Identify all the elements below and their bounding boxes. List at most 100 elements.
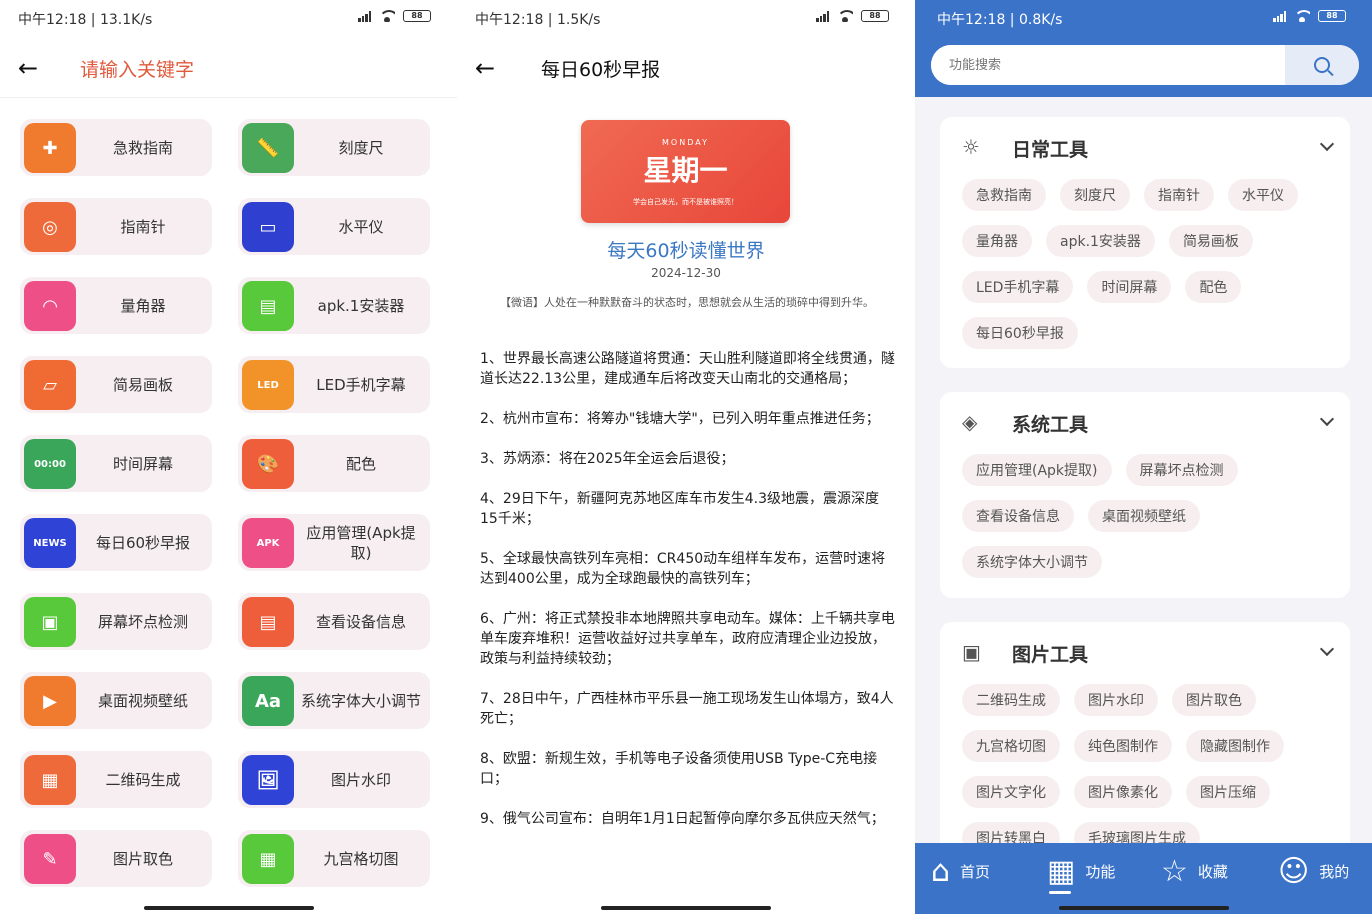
chevron-down-icon[interactable] [1319, 136, 1335, 152]
tool-chip[interactable]: 纯色图制作 [1074, 730, 1172, 762]
tool-card[interactable]: ✚ 急救指南 [20, 119, 212, 176]
wifi-icon [379, 10, 395, 22]
news-header: ← 每日60秒早报 [457, 36, 915, 98]
section-header[interactable]: ◈ 系统工具 [962, 408, 1335, 438]
font-size-icon: Aa [242, 676, 294, 726]
back-arrow-icon[interactable]: ← [18, 54, 38, 82]
tool-label: 急救指南 [112, 138, 173, 157]
tool-card[interactable]: ▦ 九宫格切图 [238, 830, 430, 887]
tool-chip[interactable]: 指南针 [1144, 179, 1214, 211]
status-bar: 中午12:18 | 13.1K/s 88 [0, 0, 457, 36]
tool-chip[interactable]: 配色 [1185, 271, 1242, 303]
tool-chip[interactable]: 急救指南 [962, 179, 1046, 211]
tool-chip[interactable]: 水平仪 [1228, 179, 1298, 211]
tool-card[interactable]: ▦ 二维码生成 [20, 751, 212, 808]
tool-chip[interactable]: 每日60秒早报 [962, 317, 1078, 349]
nav-star[interactable]: ☆ 收藏 [1161, 851, 1228, 891]
nav-label: 收藏 [1197, 862, 1228, 881]
tool-chip[interactable]: 桌面视频壁纸 [1088, 500, 1200, 532]
nav-label: 功能 [1085, 862, 1116, 881]
tool-card[interactable]: APK 应用管理(Apk提取) [238, 514, 430, 571]
tool-chip[interactable]: 屏幕坏点检测 [1125, 454, 1238, 486]
tool-chip[interactable]: LED手机字幕 [962, 271, 1074, 303]
tool-card[interactable]: LED LED手机字幕 [238, 356, 430, 413]
keyword-search-input[interactable]: 请输入关键字 [80, 55, 194, 82]
tool-card[interactable]: ▤ 查看设备信息 [238, 593, 430, 650]
tool-chip[interactable]: apk.1安装器 [1046, 225, 1155, 257]
screen-check-icon: ▣ [24, 597, 76, 647]
search-header: ← 请输入关键字 [0, 36, 457, 98]
tool-card[interactable]: ◠ 量角器 [20, 277, 212, 334]
news-item: 3、苏炳添：将在2025年全运会后退役； [480, 451, 735, 467]
tool-chip[interactable]: 隐藏图制作 [1186, 730, 1284, 762]
tool-card[interactable]: ◎ 指南针 [20, 198, 212, 255]
tool-label: 每日60秒早报 [95, 533, 191, 552]
signal-icon [816, 10, 829, 22]
tool-card[interactable]: ▤ apk.1安装器 [238, 277, 430, 334]
tool-card[interactable]: ✎ 图片取色 [20, 830, 212, 887]
search-button[interactable] [1285, 45, 1359, 85]
tool-chip[interactable]: 图片压缩 [1186, 776, 1270, 808]
section-header[interactable]: ▣ 图片工具 [962, 638, 1335, 668]
tool-chip[interactable]: 图片水印 [1074, 684, 1158, 716]
tool-card[interactable]: 00:00 时间屏幕 [20, 435, 212, 492]
status-time: 中午12:18 | 0.8K/s [937, 12, 1063, 28]
wifi-icon [837, 10, 853, 22]
tool-card[interactable]: 🖼 图片水印 [238, 751, 430, 808]
tool-chip[interactable]: 刻度尺 [1060, 179, 1130, 211]
nav-profile[interactable]: ☺ 我的 [1278, 851, 1349, 891]
section-title: 日常工具 [1012, 139, 1089, 161]
nav-label: 我的 [1319, 862, 1350, 881]
nav-home[interactable]: ⌂ 首页 [931, 851, 990, 891]
tool-card[interactable]: 🎨 配色 [238, 435, 430, 492]
tool-card[interactable]: ▣ 屏幕坏点检测 [20, 593, 212, 650]
nav-apps[interactable]: ▦ 功能 [1047, 851, 1115, 891]
tool-chip[interactable]: 时间屏幕 [1087, 271, 1172, 303]
news-item: 9、俄气公司宣布：自明年1月1日起暂停向摩尔多瓦供应天然气； [480, 811, 885, 827]
shield-icon: ◈ [962, 410, 978, 434]
tool-chip[interactable]: 图片取色 [1172, 684, 1256, 716]
status-time: 中午12:18 | 1.5K/s [475, 12, 601, 28]
grid-cut-icon: ▦ [242, 834, 294, 884]
tool-chip[interactable]: 系统字体大小调节 [962, 546, 1102, 578]
news-icon: NEWS [24, 518, 76, 568]
profile-icon: ☺ [1278, 853, 1310, 889]
tool-chip[interactable]: 九宫格切图 [962, 730, 1060, 762]
tool-card[interactable]: ▶ 桌面视频壁纸 [20, 672, 212, 729]
chevron-down-icon[interactable] [1319, 411, 1335, 427]
tool-chip[interactable]: 应用管理(Apk提取) [962, 454, 1112, 486]
tool-card[interactable]: Aa 系统字体大小调节 [238, 672, 430, 729]
wifi-icon [1294, 10, 1310, 22]
tool-label: 配色 [345, 454, 376, 473]
function-search-input[interactable] [931, 45, 1301, 85]
news-item: 5、全球最快高铁列车亮相：CR450动车组样车发布，运营时速将达到400公里，成… [480, 551, 886, 587]
tool-card[interactable]: 📏 刻度尺 [238, 119, 430, 176]
sun-icon: ☼ [962, 135, 980, 159]
tool-label: 刻度尺 [338, 138, 384, 157]
back-arrow-icon[interactable]: ← [475, 54, 495, 82]
tool-label: 图片取色 [112, 849, 173, 868]
tool-chip[interactable]: 图片文字化 [962, 776, 1060, 808]
chevron-down-icon[interactable] [1319, 641, 1335, 657]
section-header[interactable]: ☼ 日常工具 [962, 133, 1335, 163]
tool-chip[interactable]: 二维码生成 [962, 684, 1060, 716]
news-item: 4、29日下午，新疆阿克苏地区库车市发生4.3级地震，震源深度15千米； [480, 491, 879, 527]
news-item: 1、世界最长高速公路隧道将贯通：天山胜利隧道即将全线贯通，隧道长达22.13公里… [480, 351, 895, 387]
tool-chip[interactable]: 量角器 [962, 225, 1032, 257]
search-screen: 中午12:18 | 13.1K/s 88 ← 请输入关键字 ✚ 急救指南 📏 刻度尺 ◎… [0, 0, 457, 914]
day-banner: MONDAY 星期一 学会自己发光，而不是被谁照亮！ [581, 120, 790, 223]
tool-chip[interactable]: 查看设备信息 [962, 500, 1074, 532]
news-quote: 【微语】人处在一种默默奋斗的状态时，思想就会从生活的琐碎中得到升华。 [500, 296, 874, 309]
functions-screen: 中午12:18 | 0.8K/s 88 ☼ 日常工具急救指南刻度尺指南针水平仪量角… [915, 0, 1372, 914]
ruler-icon: 📏 [242, 123, 294, 173]
apk-manager-icon: APK [242, 518, 294, 568]
banner-day-en: MONDAY [662, 138, 709, 147]
tool-card[interactable]: ▱ 简易画板 [20, 356, 212, 413]
tool-label: 指南针 [120, 217, 166, 236]
news-item: 6、广州：将正式禁投非本地牌照共享电动车。媒体：上千辆共享电单车废弃堆积！运营收… [480, 611, 895, 667]
tool-label: 图片水印 [330, 770, 391, 789]
tool-chip[interactable]: 图片像素化 [1074, 776, 1172, 808]
tool-card[interactable]: NEWS 每日60秒早报 [20, 514, 212, 571]
tool-chip[interactable]: 简易画板 [1168, 225, 1253, 257]
tool-card[interactable]: ▭ 水平仪 [238, 198, 430, 255]
